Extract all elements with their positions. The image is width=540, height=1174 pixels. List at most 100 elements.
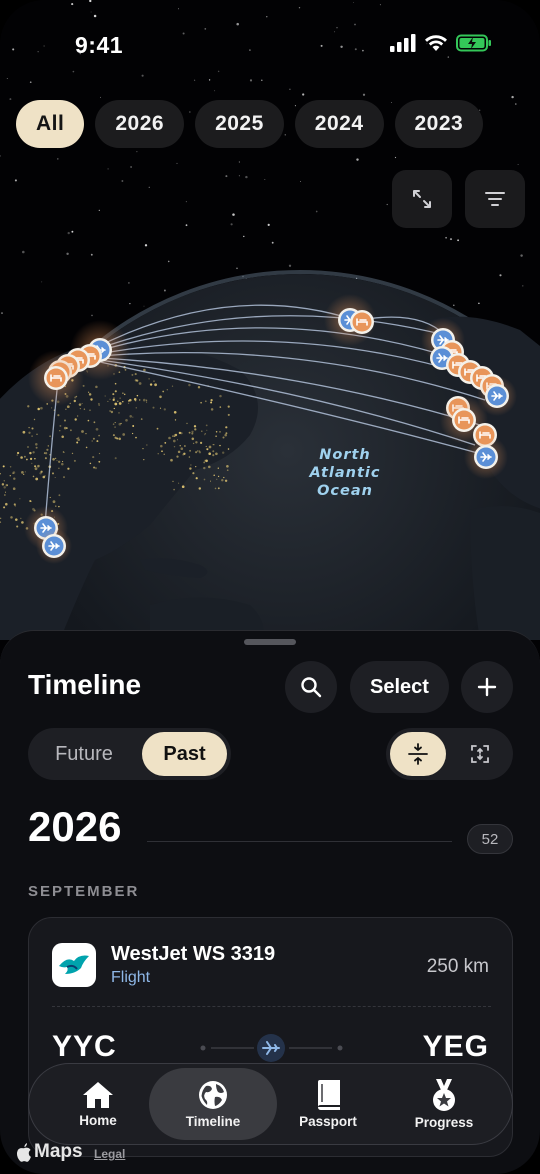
city-light xyxy=(152,406,155,409)
city-light xyxy=(204,432,207,435)
expand-map-button[interactable] xyxy=(392,170,452,228)
year-chip-2026[interactable]: 2026 xyxy=(95,100,185,148)
star xyxy=(520,254,523,257)
city-light xyxy=(58,494,61,497)
city-light xyxy=(227,413,230,416)
city-light xyxy=(35,446,38,449)
flight-marker[interactable] xyxy=(464,435,508,479)
star xyxy=(225,175,228,178)
city-light xyxy=(135,407,137,409)
tab-progress[interactable]: Progress xyxy=(381,1068,507,1140)
hotel-marker[interactable] xyxy=(28,350,84,406)
city-light xyxy=(131,432,134,435)
city-light xyxy=(192,472,195,475)
city-light xyxy=(166,389,168,391)
star xyxy=(66,252,69,256)
city-light xyxy=(47,445,49,447)
city-light xyxy=(57,414,60,417)
city-light xyxy=(92,456,95,459)
city-light xyxy=(43,452,46,454)
city-light xyxy=(186,422,188,425)
city-light xyxy=(34,465,37,468)
globe-map[interactable] xyxy=(0,260,540,640)
city-light xyxy=(129,415,132,418)
star xyxy=(271,241,274,244)
city-light xyxy=(98,434,100,437)
expand-view-button[interactable] xyxy=(452,732,508,776)
time-segment-control: Future Past xyxy=(28,728,231,780)
city-light xyxy=(203,466,206,470)
sheet-title: Timeline xyxy=(28,669,142,700)
city-light xyxy=(104,395,106,397)
city-light xyxy=(85,446,88,449)
city-light xyxy=(227,405,230,408)
city-light xyxy=(16,451,20,455)
city-light xyxy=(28,426,30,429)
city-light xyxy=(63,476,65,479)
city-light xyxy=(95,385,98,389)
year-chip-2025[interactable]: 2025 xyxy=(195,100,284,148)
star xyxy=(315,210,318,213)
year-divider xyxy=(147,841,452,842)
tab-passport[interactable]: Passport xyxy=(265,1068,391,1140)
city-light xyxy=(19,498,21,500)
city-light xyxy=(173,446,176,448)
city-light xyxy=(134,373,137,376)
collapse-view-button[interactable] xyxy=(390,732,446,776)
star xyxy=(71,3,74,6)
tab-timeline[interactable]: Timeline xyxy=(149,1068,277,1140)
year-chip-2023[interactable]: 2023 xyxy=(394,100,484,148)
year-chip-2024[interactable]: 2024 xyxy=(294,100,384,148)
city-light xyxy=(195,451,198,454)
star xyxy=(71,230,74,233)
city-light xyxy=(221,478,224,482)
plus-icon xyxy=(477,677,497,697)
city-light xyxy=(15,518,18,521)
flight-marker[interactable] xyxy=(36,528,72,564)
city-light xyxy=(98,404,100,406)
legal-link[interactable]: Legal xyxy=(94,1147,125,1161)
star xyxy=(130,166,133,168)
hotel-marker[interactable] xyxy=(350,310,374,334)
star xyxy=(148,186,150,188)
city-light xyxy=(210,408,214,411)
segment-future[interactable]: Future xyxy=(32,732,136,776)
tab-timeline-label: Timeline xyxy=(185,1114,241,1129)
city-light xyxy=(143,458,145,461)
search-button[interactable] xyxy=(285,661,337,713)
star xyxy=(214,90,216,92)
city-light xyxy=(78,403,82,406)
city-light xyxy=(16,525,19,528)
tab-home[interactable]: Home xyxy=(35,1068,161,1140)
year-chip-all[interactable]: All xyxy=(16,100,85,148)
city-light xyxy=(122,392,124,394)
city-light xyxy=(216,478,218,480)
city-light xyxy=(179,445,181,447)
star xyxy=(249,79,253,82)
ocean-label-line-2: Atlantic xyxy=(309,465,381,481)
city-light xyxy=(212,450,215,453)
city-light xyxy=(114,390,117,393)
select-button[interactable]: Select xyxy=(350,661,449,713)
city-light xyxy=(227,448,230,450)
map-filter-button[interactable] xyxy=(465,170,525,228)
city-light xyxy=(217,487,220,490)
city-light xyxy=(54,457,57,460)
sheet-grabber[interactable] xyxy=(244,639,296,645)
city-light xyxy=(219,431,221,433)
segment-past[interactable]: Past xyxy=(142,732,227,776)
city-light xyxy=(34,467,38,471)
city-light xyxy=(226,469,229,472)
city-light xyxy=(3,480,5,482)
add-button[interactable] xyxy=(461,661,513,713)
tab-passport-label: Passport xyxy=(299,1114,357,1129)
city-light xyxy=(71,452,74,455)
city-light xyxy=(98,460,101,463)
city-light xyxy=(46,448,49,451)
city-light xyxy=(215,452,218,456)
city-light xyxy=(219,394,222,398)
city-light xyxy=(163,453,165,455)
city-light xyxy=(35,477,39,481)
city-light xyxy=(89,462,92,465)
route-indicator xyxy=(200,1034,343,1062)
